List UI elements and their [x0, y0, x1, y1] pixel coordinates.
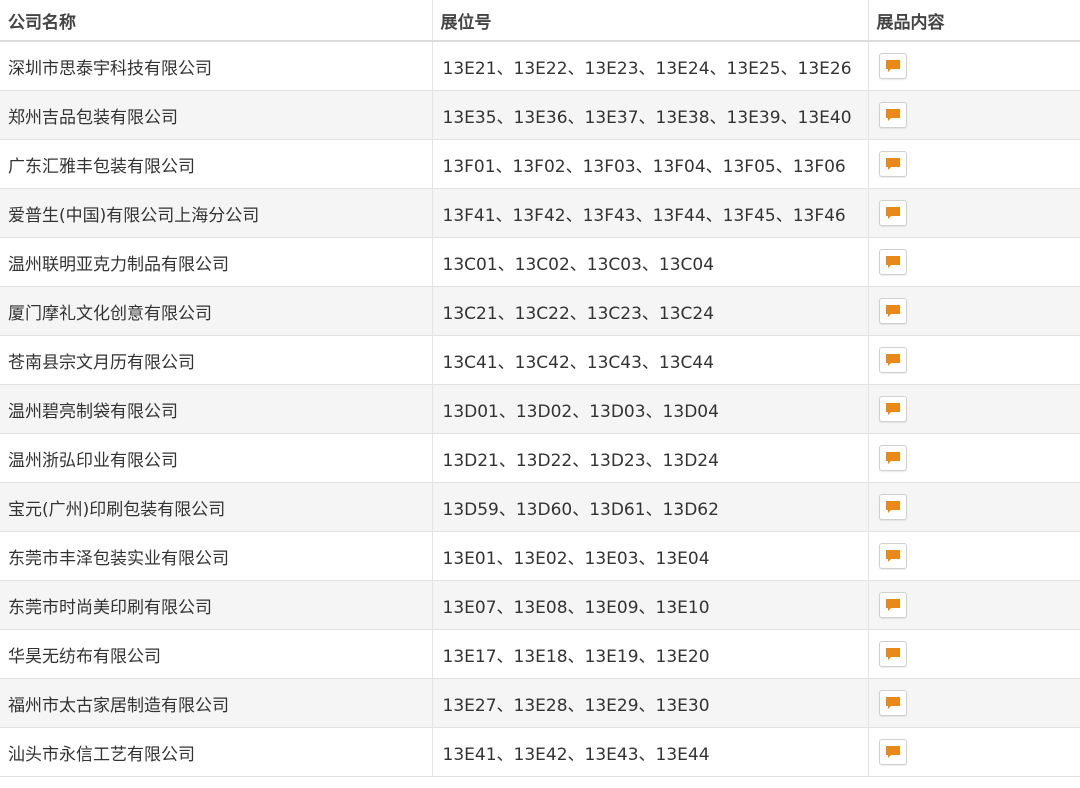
- company-name-cell: 深圳市思泰宇科技有限公司: [0, 41, 433, 91]
- chat-bubble-icon: [885, 647, 901, 661]
- booth-number-cell: 13D21、13D22、13D23、13D24: [432, 433, 869, 483]
- table-row: 温州浙弘印业有限公司 13D21、13D22、13D23、13D24: [0, 433, 1080, 483]
- chat-bubble-icon: [885, 500, 901, 514]
- company-name-cell: 苍南县宗文月历有限公司: [0, 335, 433, 385]
- products-cell: [868, 482, 1080, 532]
- view-products-button[interactable]: [878, 53, 907, 79]
- booth-number-cell: 13D01、13D02、13D03、13D04: [432, 384, 869, 434]
- booth-number-cell: 13C21、13C22、13C23、13C24: [432, 286, 869, 336]
- table-row: 苍南县宗文月历有限公司 13C41、13C42、13C43、13C44: [0, 335, 1080, 385]
- table-row: 温州联明亚克力制品有限公司 13C01、13C02、13C03、13C04: [0, 237, 1080, 287]
- table-header-row: 公司名称 展位号 展品内容: [0, 0, 1080, 42]
- column-header-booth: 展位号: [432, 0, 869, 42]
- products-cell: [868, 727, 1080, 777]
- view-products-button[interactable]: [878, 739, 907, 765]
- company-name-cell: 温州浙弘印业有限公司: [0, 433, 433, 483]
- company-name-cell: 温州碧亮制袋有限公司: [0, 384, 433, 434]
- booth-number-cell: 13C01、13C02、13C03、13C04: [432, 237, 869, 287]
- chat-bubble-icon: [885, 598, 901, 612]
- company-name-cell: 广东汇雅丰包装有限公司: [0, 139, 433, 189]
- booth-number-cell: 13E01、13E02、13E03、13E04: [432, 531, 869, 581]
- table-row: 温州碧亮制袋有限公司 13D01、13D02、13D03、13D04: [0, 384, 1080, 434]
- table-row: 厦门摩礼文化创意有限公司 13C21、13C22、13C23、13C24: [0, 286, 1080, 336]
- products-cell: [868, 335, 1080, 385]
- view-products-button[interactable]: [878, 249, 907, 275]
- booth-number-cell: 13C41、13C42、13C43、13C44: [432, 335, 869, 385]
- column-header-company: 公司名称: [0, 0, 433, 42]
- table-body: 深圳市思泰宇科技有限公司 13E21、13E22、13E23、13E24、13E2…: [0, 41, 1080, 777]
- booth-number-cell: 13E07、13E08、13E09、13E10: [432, 580, 869, 630]
- table-row: 爱普生(中国)有限公司上海分公司 13F41、13F42、13F43、13F44、…: [0, 188, 1080, 238]
- exhibitor-table: 公司名称 展位号 展品内容 深圳市思泰宇科技有限公司 13E21、13E22、13…: [0, 0, 1080, 777]
- chat-bubble-icon: [885, 451, 901, 465]
- view-products-button[interactable]: [878, 200, 907, 226]
- company-name-cell: 东莞市丰泽包装实业有限公司: [0, 531, 433, 581]
- view-products-button[interactable]: [878, 690, 907, 716]
- table-row: 郑州吉品包装有限公司 13E35、13E36、13E37、13E38、13E39、…: [0, 90, 1080, 140]
- table-row: 宝元(广州)印刷包装有限公司 13D59、13D60、13D61、13D62: [0, 482, 1080, 532]
- view-products-button[interactable]: [878, 151, 907, 177]
- booth-number-cell: 13E21、13E22、13E23、13E24、13E25、13E26: [432, 41, 869, 91]
- view-products-button[interactable]: [878, 347, 907, 373]
- products-cell: [868, 188, 1080, 238]
- products-cell: [868, 629, 1080, 679]
- company-name-cell: 厦门摩礼文化创意有限公司: [0, 286, 433, 336]
- chat-bubble-icon: [885, 745, 901, 759]
- chat-bubble-icon: [885, 206, 901, 220]
- booth-number-cell: 13E27、13E28、13E29、13E30: [432, 678, 869, 728]
- company-name-cell: 宝元(广州)印刷包装有限公司: [0, 482, 433, 532]
- view-products-button[interactable]: [878, 298, 907, 324]
- table-row: 东莞市时尚美印刷有限公司 13E07、13E08、13E09、13E10: [0, 580, 1080, 630]
- products-cell: [868, 384, 1080, 434]
- products-cell: [868, 139, 1080, 189]
- products-cell: [868, 580, 1080, 630]
- products-cell: [868, 237, 1080, 287]
- chat-bubble-icon: [885, 549, 901, 563]
- company-name-cell: 福州市太古家居制造有限公司: [0, 678, 433, 728]
- booth-number-cell: 13D59、13D60、13D61、13D62: [432, 482, 869, 532]
- chat-bubble-icon: [885, 353, 901, 367]
- view-products-button[interactable]: [878, 592, 907, 618]
- view-products-button[interactable]: [878, 102, 907, 128]
- chat-bubble-icon: [885, 59, 901, 73]
- company-name-cell: 郑州吉品包装有限公司: [0, 90, 433, 140]
- booth-number-cell: 13E17、13E18、13E19、13E20: [432, 629, 869, 679]
- chat-bubble-icon: [885, 304, 901, 318]
- view-products-button[interactable]: [878, 641, 907, 667]
- products-cell: [868, 286, 1080, 336]
- products-cell: [868, 41, 1080, 91]
- products-cell: [868, 531, 1080, 581]
- view-products-button[interactable]: [878, 396, 907, 422]
- table-row: 广东汇雅丰包装有限公司 13F01、13F02、13F03、13F04、13F05…: [0, 139, 1080, 189]
- company-name-cell: 爱普生(中国)有限公司上海分公司: [0, 188, 433, 238]
- booth-number-cell: 13F41、13F42、13F43、13F44、13F45、13F46: [432, 188, 869, 238]
- chat-bubble-icon: [885, 108, 901, 122]
- chat-bubble-icon: [885, 255, 901, 269]
- table-row: 华昊无纺布有限公司 13E17、13E18、13E19、13E20: [0, 629, 1080, 679]
- booth-number-cell: 13E35、13E36、13E37、13E38、13E39、13E40: [432, 90, 869, 140]
- chat-bubble-icon: [885, 402, 901, 416]
- column-header-products: 展品内容: [868, 0, 1080, 42]
- chat-bubble-icon: [885, 696, 901, 710]
- products-cell: [868, 433, 1080, 483]
- booth-number-cell: 13F01、13F02、13F03、13F04、13F05、13F06: [432, 139, 869, 189]
- view-products-button[interactable]: [878, 494, 907, 520]
- chat-bubble-icon: [885, 157, 901, 171]
- products-cell: [868, 90, 1080, 140]
- company-name-cell: 汕头市永信工艺有限公司: [0, 727, 433, 777]
- table-row: 东莞市丰泽包装实业有限公司 13E01、13E02、13E03、13E04: [0, 531, 1080, 581]
- table-row: 深圳市思泰宇科技有限公司 13E21、13E22、13E23、13E24、13E2…: [0, 41, 1080, 91]
- table-row: 汕头市永信工艺有限公司 13E41、13E42、13E43、13E44: [0, 727, 1080, 777]
- booth-number-cell: 13E41、13E42、13E43、13E44: [432, 727, 869, 777]
- table-row: 福州市太古家居制造有限公司 13E27、13E28、13E29、13E30: [0, 678, 1080, 728]
- company-name-cell: 东莞市时尚美印刷有限公司: [0, 580, 433, 630]
- company-name-cell: 华昊无纺布有限公司: [0, 629, 433, 679]
- view-products-button[interactable]: [878, 543, 907, 569]
- view-products-button[interactable]: [878, 445, 907, 471]
- products-cell: [868, 678, 1080, 728]
- company-name-cell: 温州联明亚克力制品有限公司: [0, 237, 433, 287]
